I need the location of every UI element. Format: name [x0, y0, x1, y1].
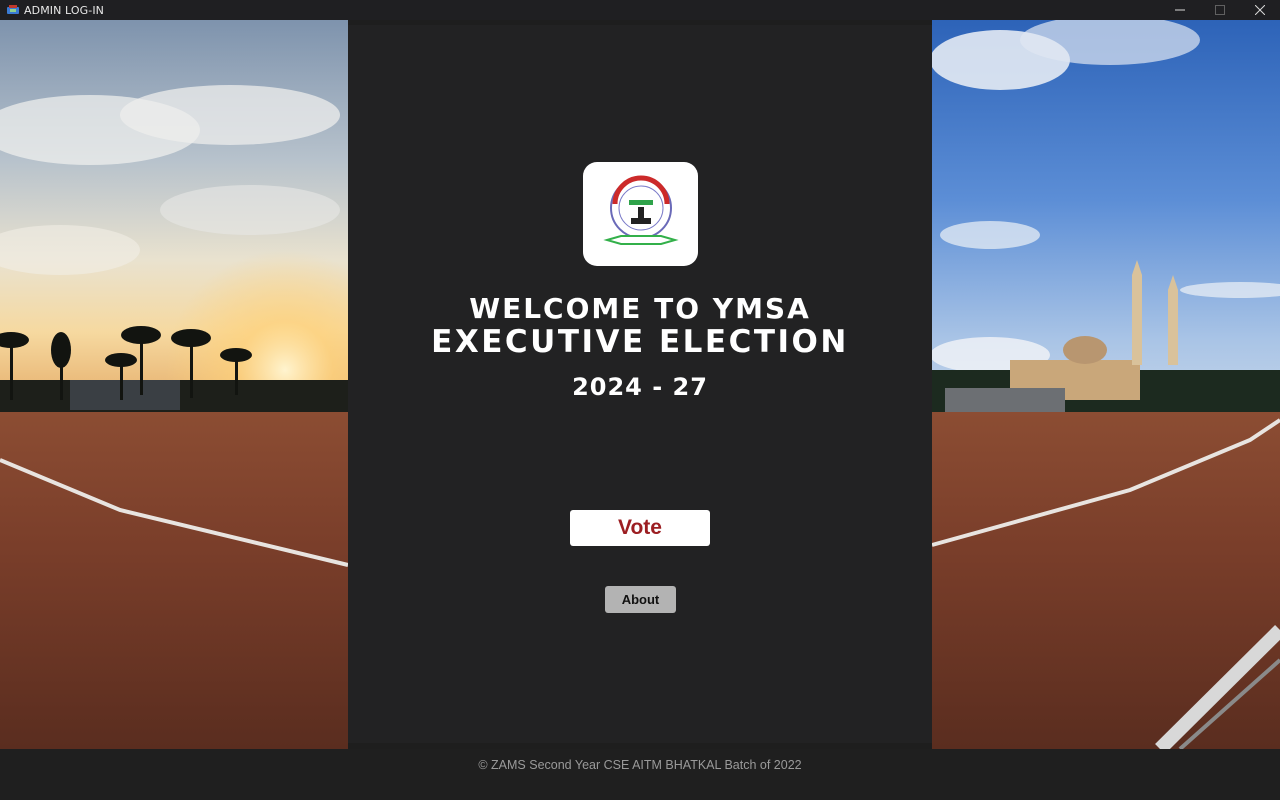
- election-years: 2024 - 27: [572, 373, 708, 401]
- minimize-icon: [1175, 9, 1185, 11]
- about-button[interactable]: About: [605, 586, 676, 613]
- copyright-text: © ZAMS Second Year CSE AITM BHATKAL Batc…: [478, 758, 802, 772]
- maximize-icon: [1215, 5, 1225, 15]
- welcome-line-2: EXECUTIVE ELECTION: [431, 324, 849, 360]
- window-title: ADMIN LOG-IN: [24, 3, 105, 17]
- close-button[interactable]: [1240, 0, 1280, 20]
- maximize-button[interactable]: [1200, 0, 1240, 20]
- window-titlebar[interactable]: ADMIN LOG-IN: [0, 0, 1280, 20]
- ymsa-emblem-icon: [602, 175, 679, 245]
- welcome-line-1: WELCOME TO YMSA: [469, 292, 811, 325]
- minimize-button[interactable]: [1160, 0, 1200, 20]
- vote-button[interactable]: Vote: [570, 510, 710, 546]
- main-panel: WELCOME TO YMSA EXECUTIVE ELECTION 2024 …: [348, 25, 932, 743]
- footer: © ZAMS Second Year CSE AITM BHATKAL Batc…: [0, 749, 1280, 800]
- window-controls: [1160, 0, 1280, 20]
- welcome-heading: WELCOME TO YMSA EXECUTIVE ELECTION: [348, 292, 932, 360]
- ymsa-logo: [583, 162, 698, 266]
- close-icon: [1255, 5, 1265, 15]
- app-icon: [7, 5, 19, 14]
